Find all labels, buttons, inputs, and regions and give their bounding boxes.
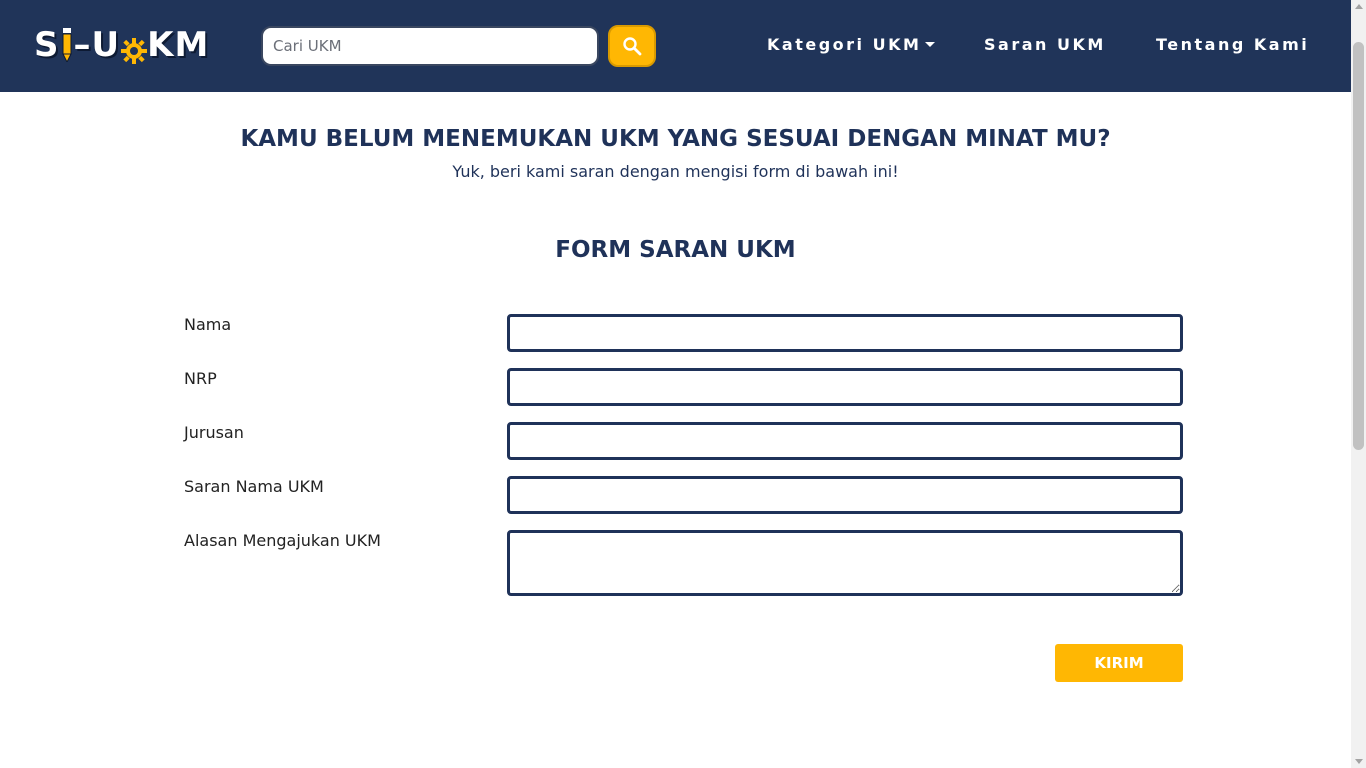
scroll-down-icon[interactable] <box>1355 759 1363 764</box>
scrollbar-thumb[interactable] <box>1353 42 1364 450</box>
alasan-textarea[interactable] <box>507 530 1183 596</box>
alasan-label: Alasan Mengajukan UKM <box>184 531 381 550</box>
site-logo[interactable]: S –U KM <box>34 24 209 66</box>
top-navbar: S –U KM Cari UKM Kategori UKM Saran UKM … <box>0 0 1351 92</box>
nav-kategori-dropdown[interactable]: Kategori UKM <box>767 35 936 57</box>
search-input[interactable] <box>261 26 599 66</box>
nav-saran-link[interactable]: Saran UKM <box>984 35 1106 57</box>
jurusan-label: Jurusan <box>184 423 244 442</box>
logo-text-km: KM <box>147 25 210 65</box>
kirim-button[interactable]: KIRIM <box>1055 644 1183 682</box>
logo-text-u: –U <box>73 25 121 65</box>
search-icon <box>623 37 642 56</box>
gear-icon <box>121 38 148 64</box>
caret-down-icon <box>925 42 936 47</box>
form-title: FORM SARAN UKM <box>555 237 796 263</box>
page-headline: KAMU BELUM MENEMUKAN UKM YANG SESUAI DEN… <box>240 126 1111 152</box>
nrp-label: NRP <box>184 369 217 388</box>
nav-tentang-link[interactable]: Tentang Kami <box>1156 35 1309 57</box>
nrp-field[interactable] <box>507 368 1183 406</box>
saran-nama-label: Saran Nama UKM <box>184 477 324 496</box>
scroll-up-icon[interactable] <box>1355 4 1363 9</box>
saran-nama-field[interactable] <box>507 476 1183 514</box>
jurusan-field[interactable] <box>507 422 1183 460</box>
page-subline: Yuk, beri kami saran dengan mengisi form… <box>452 162 899 181</box>
search-button[interactable] <box>608 25 656 67</box>
pencil-icon <box>61 28 72 62</box>
logo-text-s: S <box>34 25 60 65</box>
page-scrollbar[interactable] <box>1351 0 1366 768</box>
nama-label: Nama <box>184 315 232 334</box>
nav-kategori-label: Kategori UKM <box>767 35 922 54</box>
nama-field[interactable] <box>507 314 1183 352</box>
